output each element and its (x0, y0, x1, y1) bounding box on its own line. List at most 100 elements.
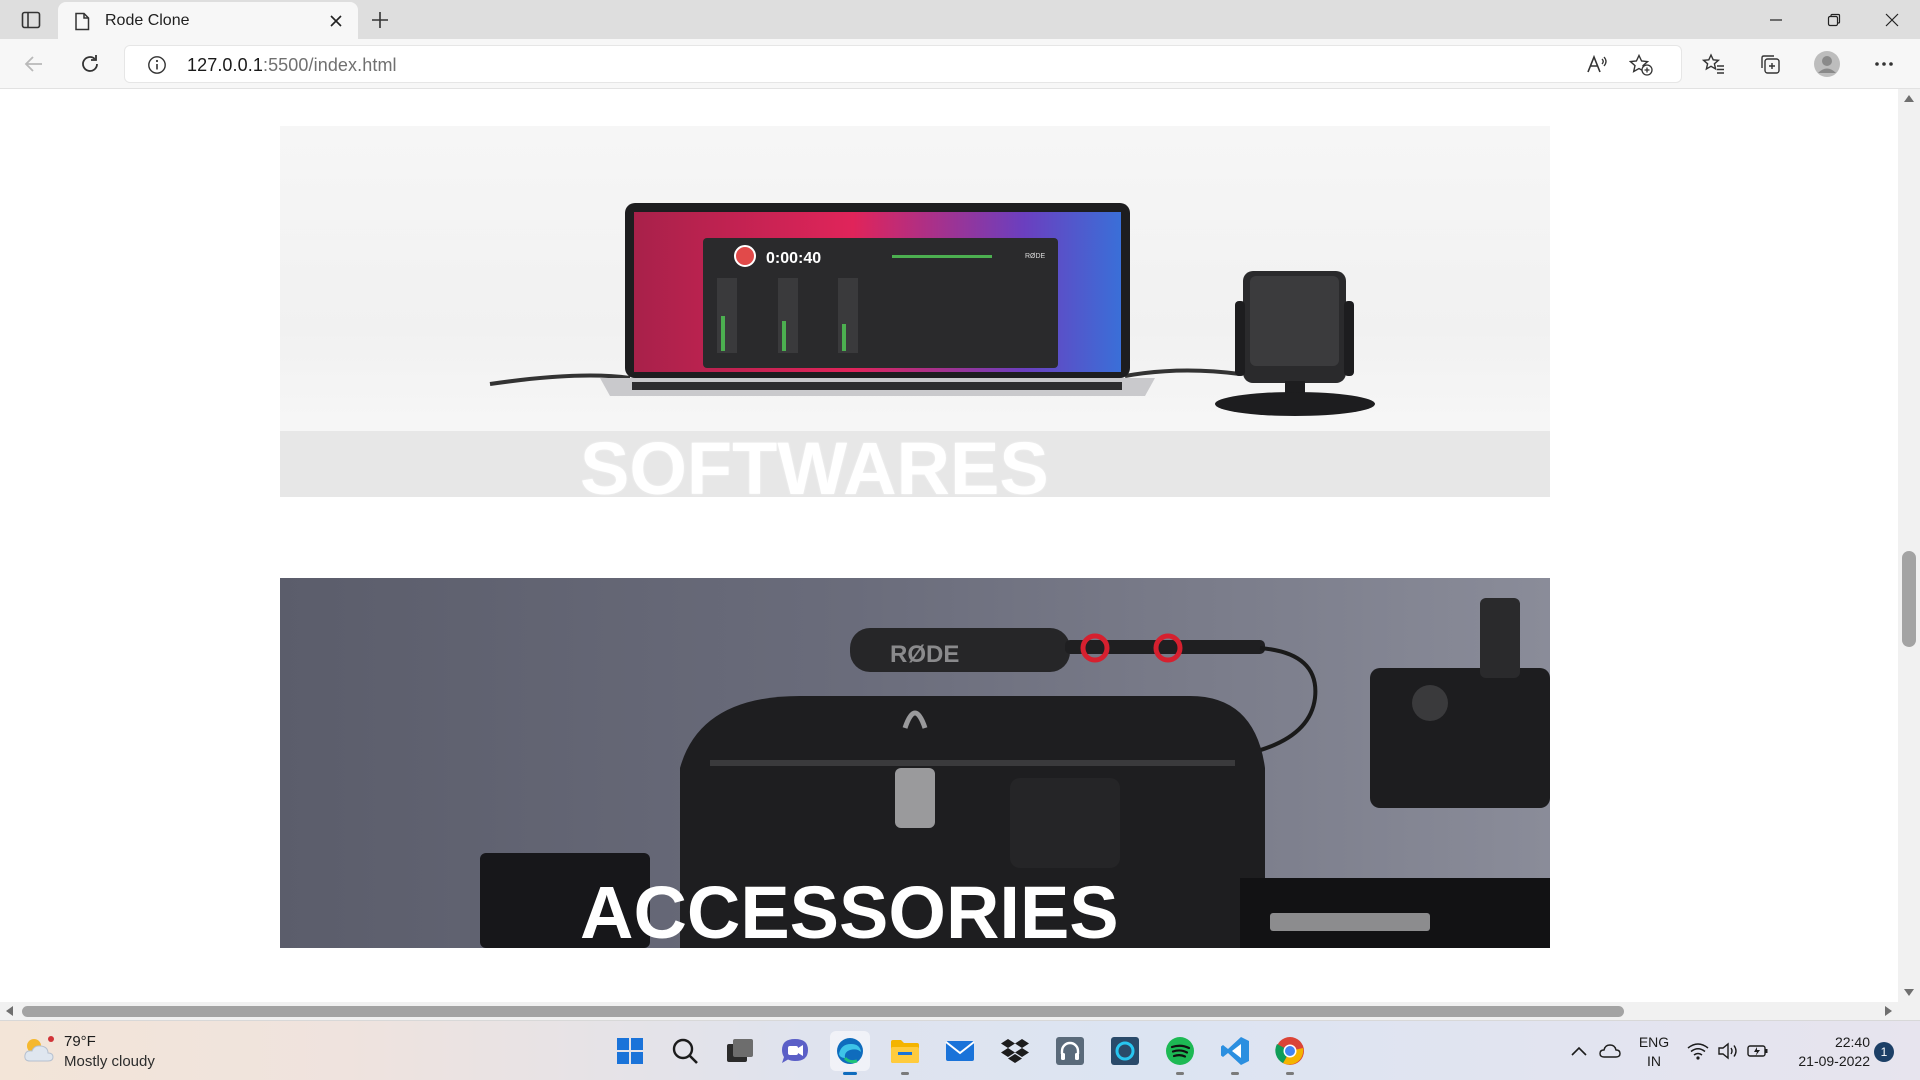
refresh-icon (82, 55, 98, 72)
language-code: ENG (1638, 1034, 1670, 1050)
tab-title: Rode Clone (105, 12, 190, 29)
edge-icon (837, 1038, 863, 1064)
chrome-icon (1275, 1037, 1304, 1065)
clock-time: 22:40 (1834, 1034, 1870, 1050)
tab-actions-icon (21, 11, 41, 29)
running-indicator (843, 1072, 857, 1075)
read-aloud-icon (1587, 55, 1607, 73)
restore-icon (1827, 13, 1841, 26)
start-button[interactable] (610, 1031, 650, 1071)
chat-icon (782, 1039, 808, 1063)
profile-button[interactable] (1810, 47, 1844, 81)
alexa-app-button[interactable] (1105, 1031, 1145, 1071)
add-favorite-button[interactable] (1627, 51, 1655, 79)
back-button[interactable] (17, 47, 51, 81)
tab-close-button[interactable] (325, 10, 347, 32)
url-host: 127.0.0.1 (187, 55, 263, 75)
page-icon (74, 12, 90, 36)
wifi-icon (1687, 1043, 1709, 1060)
horizontal-scroll-thumb[interactable] (22, 1006, 1624, 1017)
running-indicator (1286, 1072, 1294, 1075)
horizontal-scrollbar[interactable] (0, 1002, 1898, 1020)
arrow-left-icon (24, 56, 42, 72)
favorites-button[interactable] (1697, 47, 1731, 81)
file-explorer-button[interactable] (885, 1031, 925, 1075)
browser-toolbar: 127.0.0.1:5500/index.html (0, 39, 1920, 89)
favorites-icon (1702, 53, 1724, 74)
search-button[interactable] (665, 1031, 705, 1071)
spotify-button[interactable] (1160, 1031, 1200, 1075)
scroll-up-icon[interactable] (1904, 95, 1914, 102)
search-icon (672, 1038, 698, 1064)
weather-description: Mostly cloudy (64, 1053, 155, 1070)
screen-brand-text: RØDE (1025, 253, 1046, 260)
scroll-right-icon[interactable] (1885, 1006, 1892, 1016)
star-add-icon (1629, 54, 1653, 76)
alexa-icon (1111, 1037, 1139, 1065)
accessories-title: ACCESSORIES (580, 871, 1119, 948)
running-indicator (901, 1072, 909, 1075)
clock-date: 21-09-2022 (1798, 1053, 1870, 1069)
new-tab-button[interactable] (366, 6, 394, 34)
settings-menu-button[interactable] (1867, 47, 1901, 81)
collections-icon (1761, 55, 1780, 74)
task-view-icon (727, 1039, 753, 1062)
input-language[interactable]: ENG IN (1634, 1033, 1674, 1071)
teams-chat-button[interactable] (775, 1031, 815, 1071)
window-close-button[interactable] (1864, 0, 1920, 39)
vertical-scrollbar[interactable] (1898, 89, 1920, 1002)
mail-icon (945, 1041, 975, 1061)
vertical-scroll-thumb[interactable] (1902, 551, 1916, 647)
task-view-button[interactable] (720, 1031, 760, 1071)
chevron-up-icon (1571, 1046, 1587, 1056)
wifi-button[interactable] (1686, 1039, 1710, 1063)
softwares-title: SOFTWARES (580, 427, 1049, 497)
headphones-app-icon (1056, 1037, 1084, 1065)
weather-widget[interactable]: 79°F Mostly cloudy (22, 1031, 172, 1073)
read-aloud-button[interactable] (1583, 51, 1611, 79)
site-info-icon[interactable] (147, 55, 167, 80)
page-viewport: 0:00:40 RØDE SOFTWARES RØDE ACCESSORIES (0, 89, 1898, 1002)
weather-temperature: 79°F (64, 1033, 96, 1050)
notification-badge[interactable]: 1 (1874, 1042, 1894, 1062)
mail-app-button[interactable] (940, 1031, 980, 1071)
minimize-icon (1770, 18, 1782, 21)
scroll-left-icon[interactable] (6, 1006, 13, 1016)
minimize-button[interactable] (1748, 0, 1804, 39)
scrollbar-corner (1898, 1002, 1920, 1020)
windows-start-icon (617, 1038, 643, 1064)
tab-actions-button[interactable] (16, 8, 46, 32)
battery-button[interactable] (1746, 1039, 1770, 1063)
vscode-button[interactable] (1215, 1031, 1255, 1075)
headphone-app-button[interactable] (1050, 1031, 1090, 1071)
refresh-button[interactable] (73, 47, 107, 81)
tab-rode-clone[interactable]: Rode Clone (58, 2, 358, 39)
edge-app-button[interactable] (830, 1031, 870, 1075)
cloud-icon (1599, 1044, 1621, 1058)
close-icon (1885, 13, 1899, 26)
url-text[interactable]: 127.0.0.1:5500/index.html (187, 55, 397, 76)
weather-cloud-sun-icon (24, 1036, 54, 1062)
dropbox-icon (1001, 1039, 1029, 1063)
battery-icon (1747, 1045, 1768, 1057)
onedrive-button[interactable] (1598, 1039, 1622, 1063)
restore-button[interactable] (1806, 0, 1862, 39)
show-hidden-icons-button[interactable] (1567, 1039, 1591, 1063)
timer-text: 0:00:40 (766, 250, 821, 267)
avatar-icon (1814, 51, 1840, 77)
vscode-icon (1221, 1037, 1249, 1065)
url-path: :5500/index.html (262, 55, 397, 75)
chrome-button[interactable] (1270, 1031, 1310, 1075)
address-bar[interactable]: 127.0.0.1:5500/index.html (124, 45, 1682, 83)
collections-button[interactable] (1753, 47, 1787, 81)
dropbox-button[interactable] (995, 1031, 1035, 1071)
running-indicator (1231, 1072, 1239, 1075)
tab-strip: Rode Clone (0, 0, 1920, 39)
scroll-down-icon[interactable] (1904, 989, 1914, 996)
volume-button[interactable] (1716, 1039, 1740, 1063)
clock[interactable]: 22:40 21-09-2022 (1786, 1033, 1870, 1071)
close-icon (330, 15, 342, 27)
accessories-card[interactable]: RØDE ACCESSORIES (280, 578, 1550, 948)
plus-icon (372, 12, 388, 28)
softwares-card[interactable]: 0:00:40 RØDE SOFTWARES (280, 126, 1550, 497)
